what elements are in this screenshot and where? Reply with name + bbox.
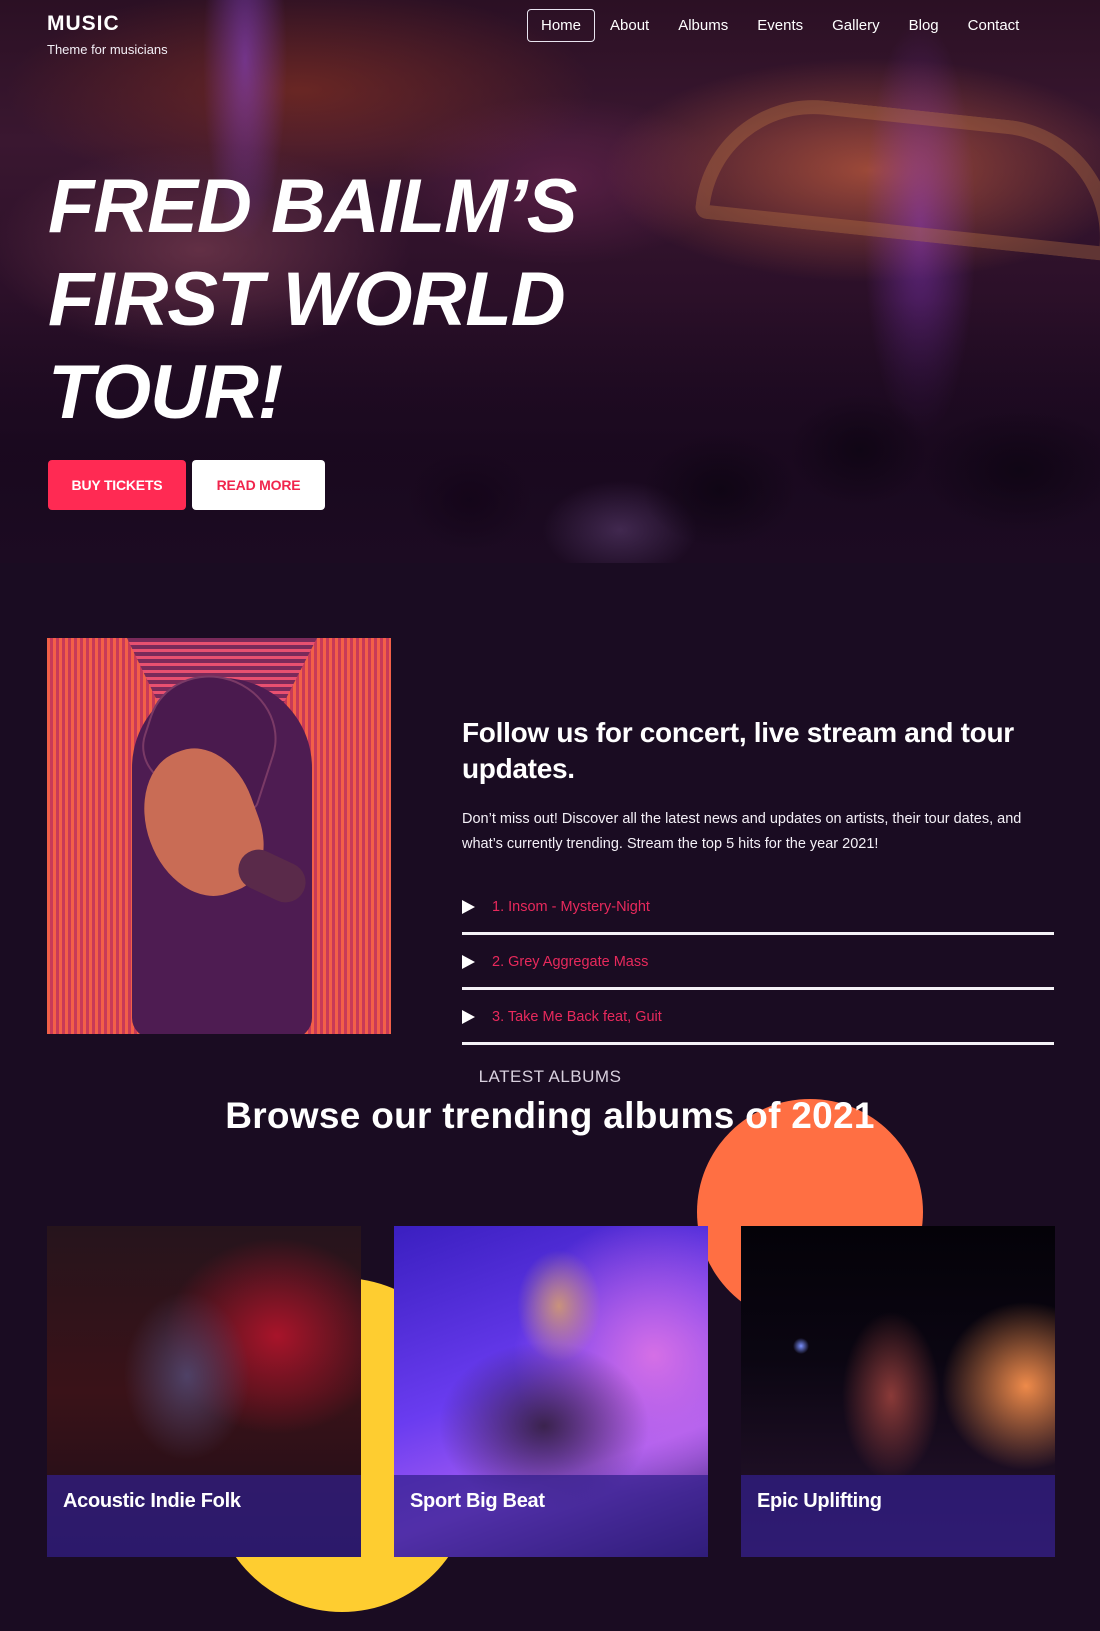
- site-title[interactable]: MUSIC: [47, 12, 168, 36]
- track-item[interactable]: 3. Take Me Back feat, Guit: [462, 990, 1054, 1045]
- main-nav: Home About Albums Events Gallery Blog Co…: [527, 9, 1034, 42]
- follow-section-body: Don’t miss out! Discover all the latest …: [462, 811, 1022, 852]
- singer-image: [47, 638, 391, 1034]
- album-card[interactable]: Sport Big Beat: [394, 1226, 708, 1557]
- nav-item-home[interactable]: Home: [527, 9, 596, 42]
- hero-headline-line: TOUR!: [48, 350, 283, 435]
- album-caption-overlay: [741, 1475, 1055, 1557]
- album-card[interactable]: Acoustic Indie Folk: [47, 1226, 361, 1557]
- play-icon[interactable]: [462, 955, 475, 969]
- play-icon[interactable]: [462, 1010, 475, 1024]
- hero-banner: MUSIC Theme for musicians Home About Alb…: [0, 0, 1100, 563]
- album-title[interactable]: Sport Big Beat: [410, 1490, 545, 1513]
- album-caption-overlay: [394, 1475, 708, 1557]
- nav-item-contact[interactable]: Contact: [954, 9, 1034, 42]
- albums-section-title: Browse our trending albums of 2021: [225, 1095, 875, 1136]
- nav-item-gallery[interactable]: Gallery: [818, 9, 894, 42]
- album-card[interactable]: Epic Uplifting: [741, 1226, 1055, 1557]
- track-item[interactable]: 2. Grey Aggregate Mass: [462, 935, 1054, 990]
- album-caption-overlay: [47, 1475, 361, 1557]
- track-list: 1. Insom - Mystery-Night 2. Grey Aggrega…: [462, 880, 1054, 1045]
- read-more-button[interactable]: READ MORE: [192, 460, 325, 510]
- albums-kicker: LATEST ALBUMS: [478, 1067, 622, 1086]
- nav-item-events[interactable]: Events: [743, 9, 817, 42]
- track-title[interactable]: 3. Take Me Back feat, Guit: [492, 1009, 662, 1025]
- play-icon[interactable]: [462, 900, 475, 914]
- nav-item-albums[interactable]: Albums: [664, 9, 742, 42]
- nav-item-about[interactable]: About: [596, 9, 663, 42]
- album-title[interactable]: Epic Uplifting: [757, 1490, 882, 1513]
- hero-headline: FRED BAILM’S FIRST WORLD TOUR!: [48, 160, 648, 439]
- album-title[interactable]: Acoustic Indie Folk: [63, 1490, 241, 1513]
- nav-item-blog[interactable]: Blog: [895, 9, 953, 42]
- follow-section-title: Follow us for concert, live stream and t…: [462, 717, 1014, 784]
- track-title[interactable]: 1. Insom - Mystery-Night: [492, 899, 650, 915]
- site-tagline: Theme for musicians: [47, 42, 168, 57]
- site-logo[interactable]: MUSIC Theme for musicians: [47, 12, 168, 57]
- hero-background-image: [694, 88, 1100, 262]
- track-item[interactable]: 1. Insom - Mystery-Night: [462, 880, 1054, 935]
- hero-headline-line: FIRST WORLD: [48, 257, 566, 342]
- buy-tickets-button[interactable]: BUY TICKETS: [48, 460, 186, 510]
- track-title[interactable]: 2. Grey Aggregate Mass: [492, 954, 648, 970]
- hero-headline-line: FRED BAILM’S: [48, 164, 577, 249]
